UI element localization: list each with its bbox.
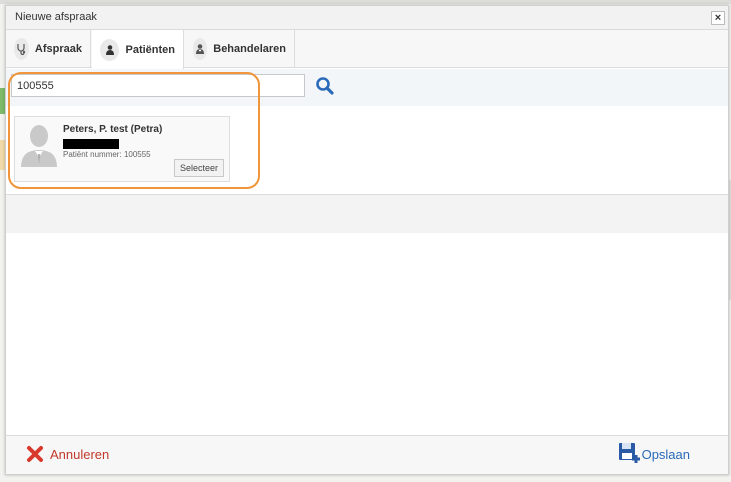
save-label: Opslaan	[641, 446, 690, 462]
new-appointment-dialog: Nieuwe afspraak × Afspraak Patiënten Beh…	[5, 5, 729, 475]
tab-label: Patiënten	[125, 43, 175, 56]
patient-number-label: Patiënt nummer:	[63, 150, 122, 159]
search-area	[6, 69, 728, 106]
close-button[interactable]: ×	[711, 11, 725, 25]
tab-patienten[interactable]: Patiënten	[92, 30, 184, 69]
patient-number-value: 100555	[123, 150, 151, 159]
search-input[interactable]	[11, 74, 305, 97]
cross-icon	[27, 446, 43, 462]
background-topbar	[0, 0, 731, 4]
stethoscope-icon	[14, 38, 29, 60]
avatar-placeholder-icon	[19, 121, 59, 167]
close-icon: ×	[714, 12, 722, 24]
user-icon	[100, 38, 120, 61]
tab-label: Behandelaren	[213, 43, 286, 55]
dialog-titlebar: Nieuwe afspraak ×	[6, 6, 728, 30]
dialog-footer: Annuleren Opslaan	[6, 435, 728, 474]
tab-behandelaren[interactable]: Behandelaren	[185, 30, 295, 68]
redacted-block	[63, 139, 119, 149]
doctor-icon	[193, 38, 208, 60]
save-add-icon	[618, 443, 640, 463]
dialog-title: Nieuwe afspraak	[15, 11, 97, 23]
cancel-label: Annuleren	[50, 446, 110, 462]
results-footer-band	[6, 195, 728, 233]
patient-number: Patiënt nummer: 100555	[63, 150, 151, 159]
patient-result-card: Peters, P. test (Petra) Patiënt nummer: …	[14, 116, 230, 182]
tab-label: Afspraak	[34, 43, 82, 55]
search-icon[interactable]	[314, 75, 336, 97]
patient-name: Peters, P. test (Petra)	[63, 124, 163, 135]
save-button[interactable]: Opslaan	[618, 442, 690, 466]
cancel-button[interactable]: Annuleren	[26, 445, 109, 463]
tab-afspraak[interactable]: Afspraak	[6, 30, 91, 68]
tab-bar: Afspraak Patiënten Behandelaren	[6, 30, 728, 69]
select-button[interactable]: Selecteer	[173, 159, 224, 177]
